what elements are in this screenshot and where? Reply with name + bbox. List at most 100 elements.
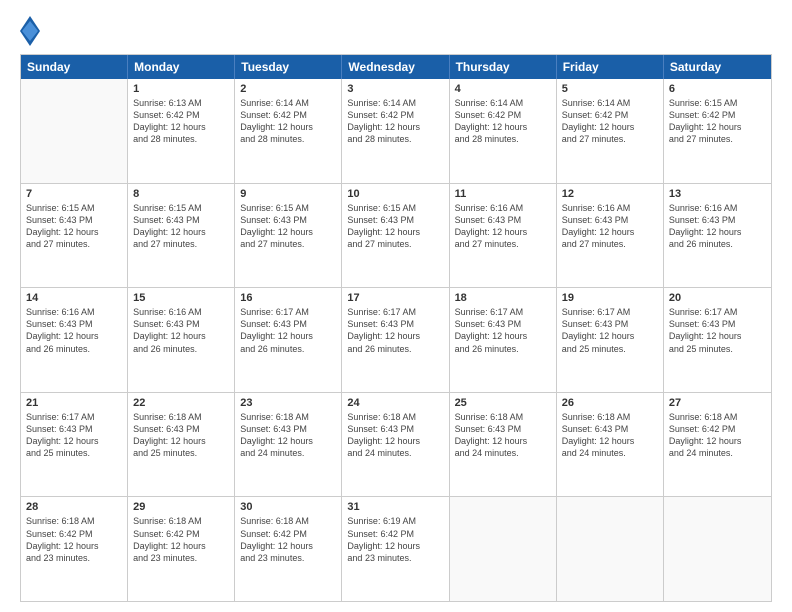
calendar-cell: 30 Sunrise: 6:18 AM Sunset: 6:42 PM Dayli… — [235, 497, 342, 601]
calendar-row: 1 Sunrise: 6:13 AM Sunset: 6:42 PM Daylig… — [21, 79, 771, 184]
calendar-cell: 1 Sunrise: 6:13 AM Sunset: 6:42 PM Daylig… — [128, 79, 235, 183]
day-info: Sunrise: 6:16 AM Sunset: 6:43 PM Dayligh… — [669, 202, 766, 251]
day-info: Sunrise: 6:18 AM Sunset: 6:43 PM Dayligh… — [455, 411, 551, 460]
day-info: Sunrise: 6:15 AM Sunset: 6:42 PM Dayligh… — [669, 97, 766, 146]
day-info: Sunrise: 6:14 AM Sunset: 6:42 PM Dayligh… — [562, 97, 658, 146]
calendar-cell: 21 Sunrise: 6:17 AM Sunset: 6:43 PM Dayli… — [21, 393, 128, 497]
calendar-cell — [664, 497, 771, 601]
calendar-cell: 4 Sunrise: 6:14 AM Sunset: 6:42 PM Daylig… — [450, 79, 557, 183]
day-number: 11 — [455, 188, 551, 200]
day-info: Sunrise: 6:15 AM Sunset: 6:43 PM Dayligh… — [347, 202, 443, 251]
day-number: 17 — [347, 292, 443, 304]
day-info: Sunrise: 6:17 AM Sunset: 6:43 PM Dayligh… — [669, 306, 766, 355]
day-number: 2 — [240, 83, 336, 95]
day-number: 19 — [562, 292, 658, 304]
calendar-cell: 29 Sunrise: 6:18 AM Sunset: 6:42 PM Dayli… — [128, 497, 235, 601]
day-number: 4 — [455, 83, 551, 95]
day-info: Sunrise: 6:14 AM Sunset: 6:42 PM Dayligh… — [455, 97, 551, 146]
day-number: 3 — [347, 83, 443, 95]
calendar-cell — [21, 79, 128, 183]
day-number: 20 — [669, 292, 766, 304]
weekday-header: Monday — [128, 55, 235, 79]
day-number: 24 — [347, 397, 443, 409]
day-number: 12 — [562, 188, 658, 200]
day-number: 15 — [133, 292, 229, 304]
calendar-cell: 25 Sunrise: 6:18 AM Sunset: 6:43 PM Dayli… — [450, 393, 557, 497]
calendar-cell: 28Sunrise: 6:18 AM Sunset: 6:42 PM Dayli… — [21, 497, 128, 601]
day-info: Sunrise: 6:14 AM Sunset: 6:42 PM Dayligh… — [347, 97, 443, 146]
day-info: Sunrise: 6:14 AM Sunset: 6:42 PM Dayligh… — [240, 97, 336, 146]
day-number: 13 — [669, 188, 766, 200]
day-number: 25 — [455, 397, 551, 409]
day-info: Sunrise: 6:13 AM Sunset: 6:42 PM Dayligh… — [133, 97, 229, 146]
day-number: 29 — [133, 501, 229, 513]
calendar-cell: 14 Sunrise: 6:16 AM Sunset: 6:43 PM Dayli… — [21, 288, 128, 392]
day-info: Sunrise: 6:18 AM Sunset: 6:43 PM Dayligh… — [133, 411, 229, 460]
day-number: 30 — [240, 501, 336, 513]
day-number: 7 — [26, 188, 122, 200]
calendar: SundayMondayTuesdayWednesdayThursdayFrid… — [20, 54, 772, 602]
weekday-header: Thursday — [450, 55, 557, 79]
logo-icon — [20, 16, 40, 46]
calendar-cell — [557, 497, 664, 601]
calendar-row: 14 Sunrise: 6:16 AM Sunset: 6:43 PM Dayli… — [21, 288, 771, 393]
day-info: Sunrise: 6:17 AM Sunset: 6:43 PM Dayligh… — [347, 306, 443, 355]
weekday-header: Tuesday — [235, 55, 342, 79]
day-number: 14 — [26, 292, 122, 304]
calendar-row: 21 Sunrise: 6:17 AM Sunset: 6:43 PM Dayli… — [21, 393, 771, 498]
calendar-cell: 27 Sunrise: 6:18 AM Sunset: 6:42 PM Dayli… — [664, 393, 771, 497]
day-info: Sunrise: 6:15 AM Sunset: 6:43 PM Dayligh… — [26, 202, 122, 251]
day-info: Sunrise: 6:18 AM Sunset: 6:42 PM Dayligh… — [133, 515, 229, 564]
calendar-cell: 15 Sunrise: 6:16 AM Sunset: 6:43 PM Dayli… — [128, 288, 235, 392]
day-info: Sunrise: 6:18 AM Sunset: 6:43 PM Dayligh… — [562, 411, 658, 460]
day-info: Sunrise: 6:19 AM Sunset: 6:42 PM Dayligh… — [347, 515, 443, 564]
calendar-cell: 18 Sunrise: 6:17 AM Sunset: 6:43 PM Dayli… — [450, 288, 557, 392]
calendar-cell: 11 Sunrise: 6:16 AM Sunset: 6:43 PM Dayli… — [450, 184, 557, 288]
day-number: 5 — [562, 83, 658, 95]
weekday-header: Saturday — [664, 55, 771, 79]
day-info: Sunrise: 6:17 AM Sunset: 6:43 PM Dayligh… — [562, 306, 658, 355]
calendar-row: 28 Sunrise: 6:18 AM Sunset: 6:42 PM Dayli… — [21, 497, 771, 601]
day-number: 28 — [26, 501, 122, 513]
day-number: 8 — [133, 188, 229, 200]
day-info: Sunrise: 6:17 AM Sunset: 6:43 PM Dayligh… — [26, 411, 122, 460]
day-number: 10 — [347, 188, 443, 200]
day-info: Sunrise: 6:16 AM Sunset: 6:43 PM Dayligh… — [26, 306, 122, 355]
day-number: 18 — [455, 292, 551, 304]
calendar-cell: 10 Sunrise: 6:15 AM Sunset: 6:43 PM Dayli… — [342, 184, 449, 288]
day-number: 21 — [26, 397, 122, 409]
day-info: Sunrise: 6:18 AM Sunset: 6:42 PM Dayligh… — [240, 515, 336, 564]
day-info: Sunrise: 6:16 AM Sunset: 6:43 PM Dayligh… — [455, 202, 551, 251]
calendar-cell: 24 Sunrise: 6:18 AM Sunset: 6:43 PM Dayli… — [342, 393, 449, 497]
day-info: Sunrise: 6:17 AM Sunset: 6:43 PM Dayligh… — [455, 306, 551, 355]
day-number: 9 — [240, 188, 336, 200]
calendar-cell: 2 Sunrise: 6:14 AM Sunset: 6:42 PM Daylig… — [235, 79, 342, 183]
day-number: 27 — [669, 397, 766, 409]
calendar-cell: 3 Sunrise: 6:14 AM Sunset: 6:42 PM Daylig… — [342, 79, 449, 183]
calendar-cell: 9Sunrise: 6:15 AM Sunset: 6:43 PM Daylig… — [235, 184, 342, 288]
page: SundayMondayTuesdayWednesdayThursdayFrid… — [0, 0, 792, 612]
day-info: Sunrise: 6:18 AM Sunset: 6:42 PM Dayligh… — [669, 411, 766, 460]
calendar-cell: 22 Sunrise: 6:18 AM Sunset: 6:43 PM Dayli… — [128, 393, 235, 497]
calendar-row: 7 Sunrise: 6:15 AM Sunset: 6:43 PM Daylig… — [21, 184, 771, 289]
calendar-cell: 5 Sunrise: 6:14 AM Sunset: 6:42 PM Daylig… — [557, 79, 664, 183]
day-number: 22 — [133, 397, 229, 409]
calendar-cell: 23Sunrise: 6:18 AM Sunset: 6:43 PM Dayli… — [235, 393, 342, 497]
day-number: 26 — [562, 397, 658, 409]
day-number: 6 — [669, 83, 766, 95]
day-info: Sunrise: 6:16 AM Sunset: 6:43 PM Dayligh… — [133, 306, 229, 355]
calendar-cell: 31 Sunrise: 6:19 AM Sunset: 6:42 PM Dayli… — [342, 497, 449, 601]
day-number: 1 — [133, 83, 229, 95]
day-number: 31 — [347, 501, 443, 513]
day-info: Sunrise: 6:18 AM Sunset: 6:43 PM Dayligh… — [347, 411, 443, 460]
calendar-cell: 7 Sunrise: 6:15 AM Sunset: 6:43 PM Daylig… — [21, 184, 128, 288]
day-number: 23 — [240, 397, 336, 409]
calendar-cell: 26 Sunrise: 6:18 AM Sunset: 6:43 PM Dayli… — [557, 393, 664, 497]
header — [20, 16, 772, 46]
day-info: Sunrise: 6:17 AM Sunset: 6:43 PM Dayligh… — [240, 306, 336, 355]
calendar-cell: 12Sunrise: 6:16 AM Sunset: 6:43 PM Dayli… — [557, 184, 664, 288]
calendar-cell: 13 Sunrise: 6:16 AM Sunset: 6:43 PM Dayli… — [664, 184, 771, 288]
calendar-cell: 20 Sunrise: 6:17 AM Sunset: 6:43 PM Dayli… — [664, 288, 771, 392]
logo — [20, 16, 44, 46]
day-info: Sunrise: 6:15 AM Sunset: 6:43 PM Dayligh… — [133, 202, 229, 251]
